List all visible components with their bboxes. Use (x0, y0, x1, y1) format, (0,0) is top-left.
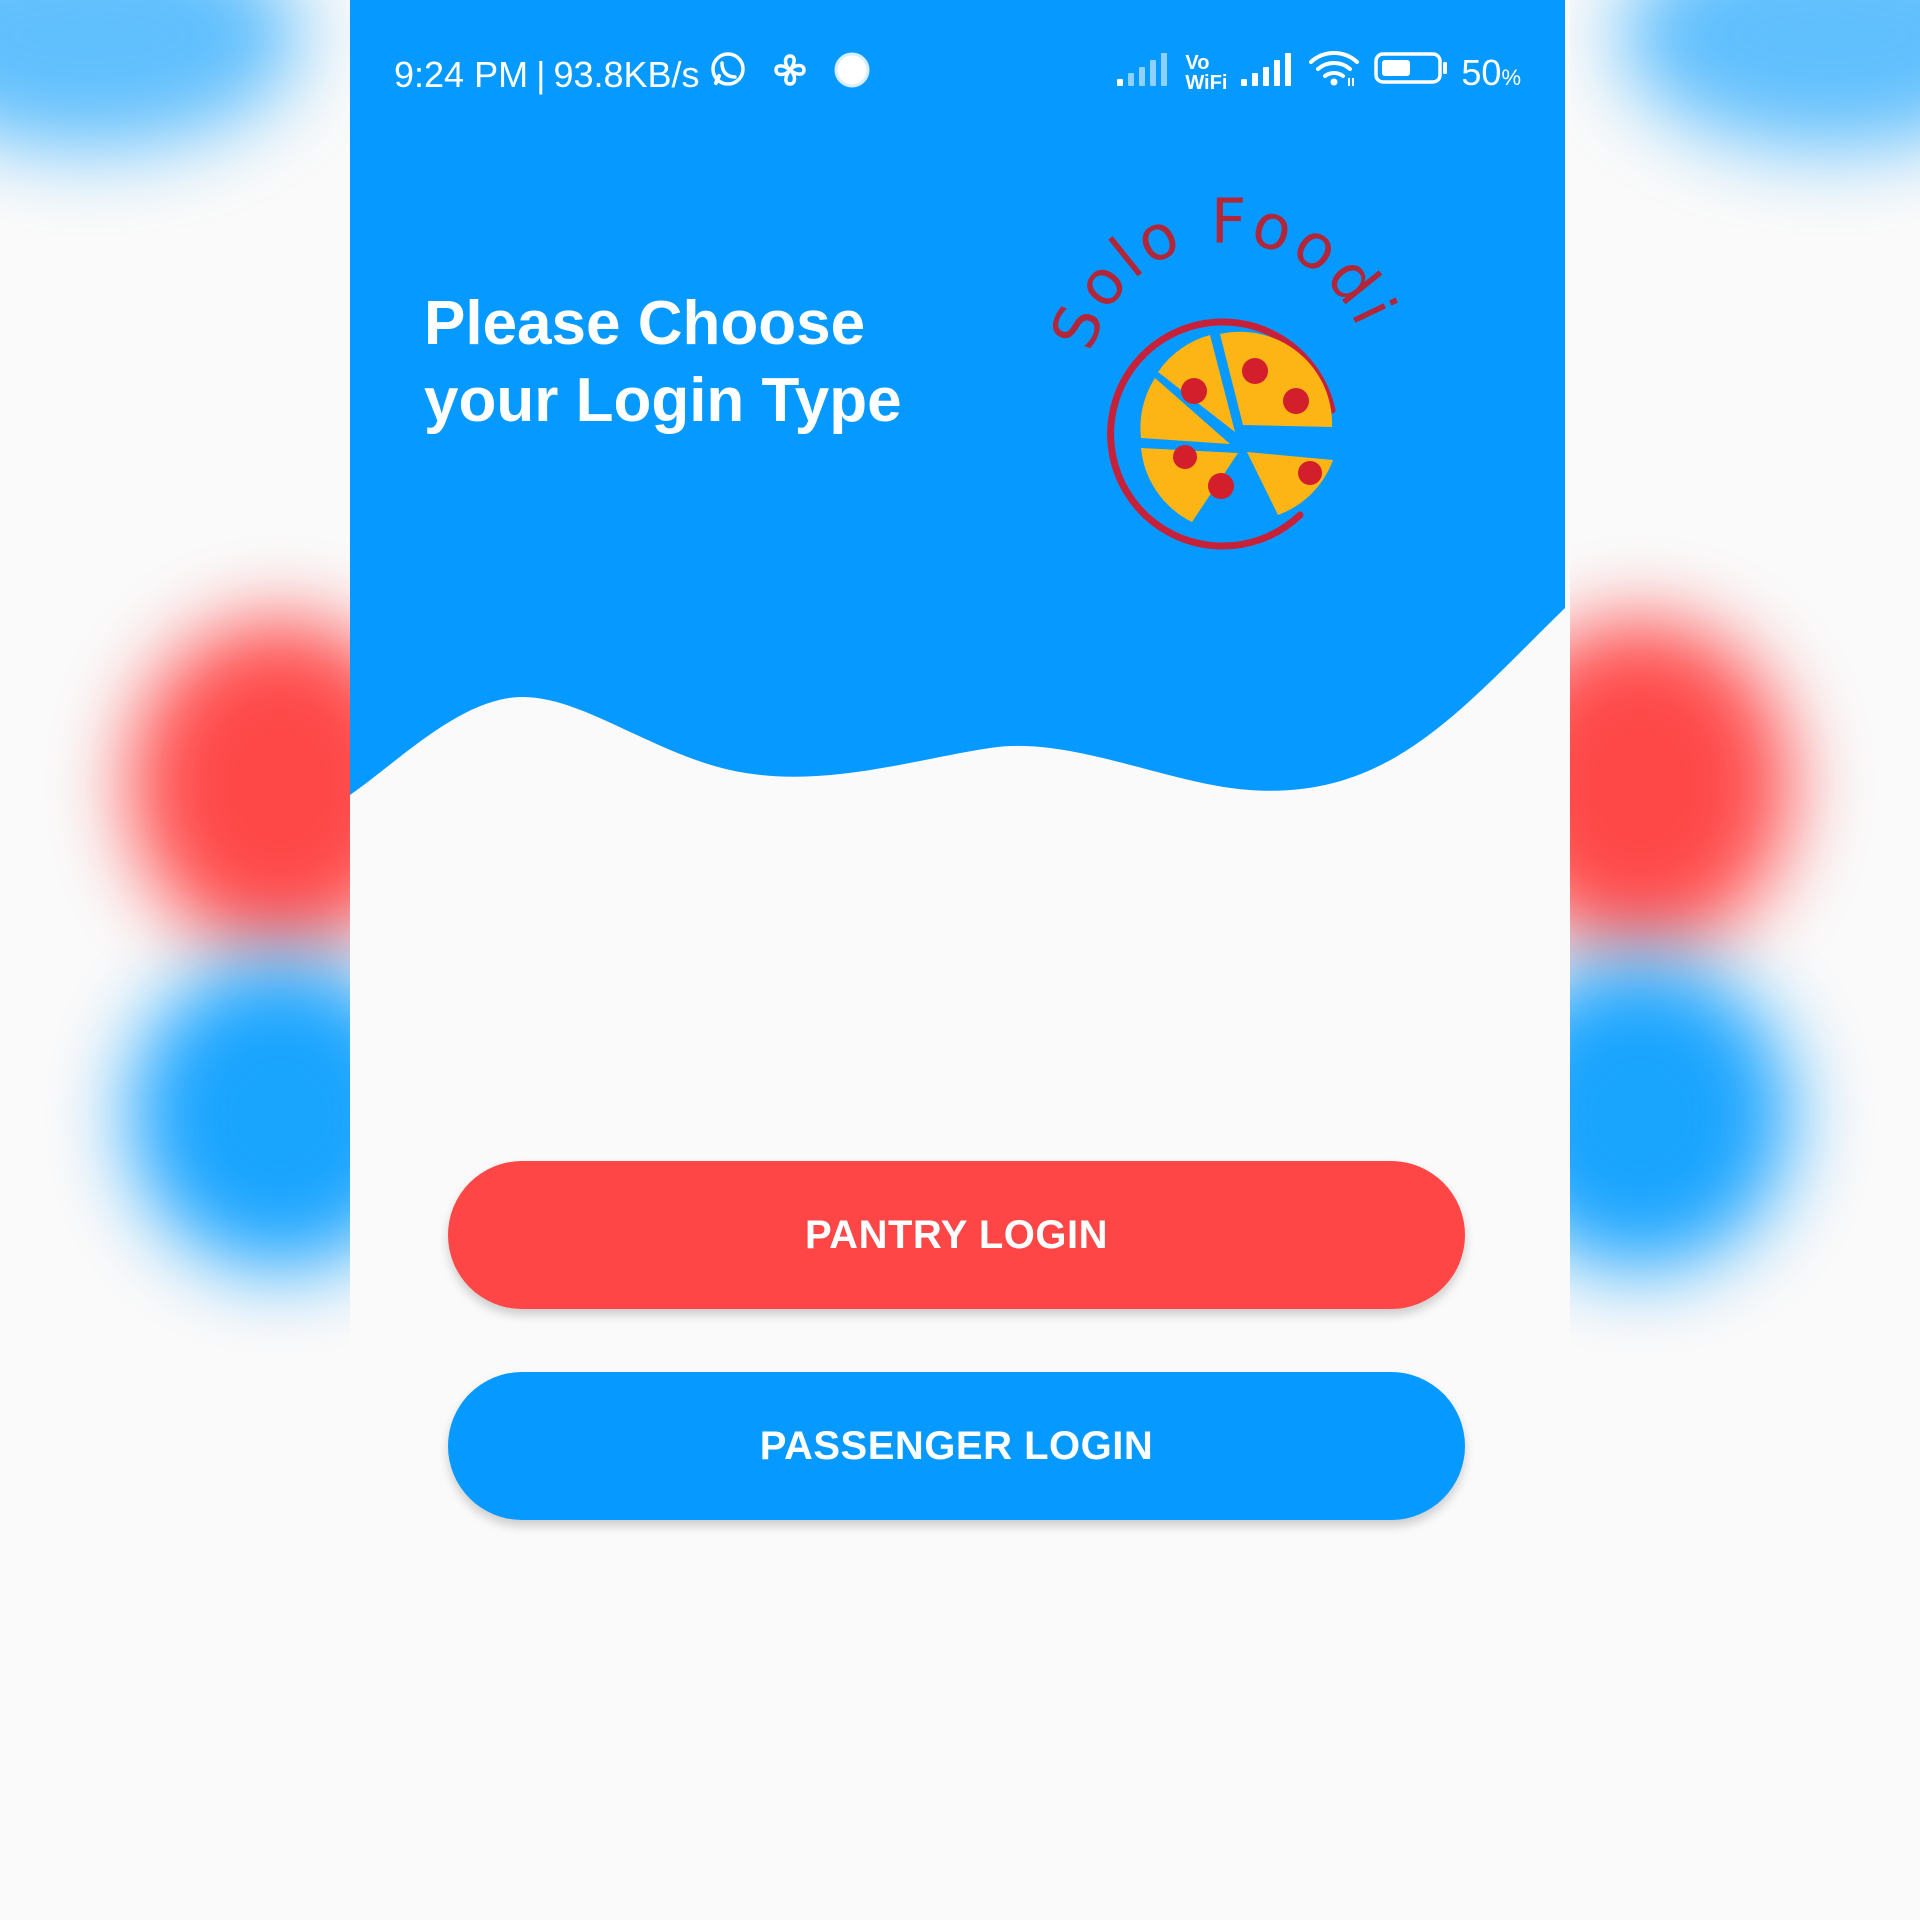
passenger-login-button[interactable]: PASSENGER LOGIN (448, 1372, 1465, 1520)
wifi-icon (1307, 48, 1361, 97)
pinwheel-icon (770, 50, 810, 99)
status-time: 9:24 PM (394, 53, 529, 95)
signal-icon (1239, 48, 1295, 97)
title-line-1: Please Choose (424, 289, 866, 358)
logo-text: Solo Foodie (1010, 190, 1412, 358)
battery-icon (1373, 48, 1449, 97)
circle-notification-icon (832, 50, 872, 99)
pantry-login-button[interactable]: PANTRY LOGIN (448, 1161, 1465, 1309)
status-separator: | (536, 53, 546, 95)
login-type-screen: 9:24 PM | 93.8KB/s Vo WiFi 50% Please Ch… (350, 0, 1565, 1920)
page-title: Please Choose your Login Type (424, 285, 984, 439)
network-speed: 93.8KB/s (553, 53, 700, 95)
blurred-backdrop-left (0, 0, 350, 1920)
pizza-icon (1107, 318, 1336, 550)
whatsapp-icon (708, 50, 748, 99)
signal-icon (1115, 48, 1173, 97)
title-line-2: your Login Type (424, 366, 902, 435)
vowifi-icon: Vo WiFi (1185, 51, 1228, 94)
battery-percent: 50% (1461, 51, 1521, 93)
blurred-backdrop-right (1570, 0, 1920, 1920)
solo-foodie-logo: Solo Foodie (989, 132, 1430, 560)
status-bar: 9:24 PM | 93.8KB/s Vo WiFi 50% (350, 0, 1565, 140)
